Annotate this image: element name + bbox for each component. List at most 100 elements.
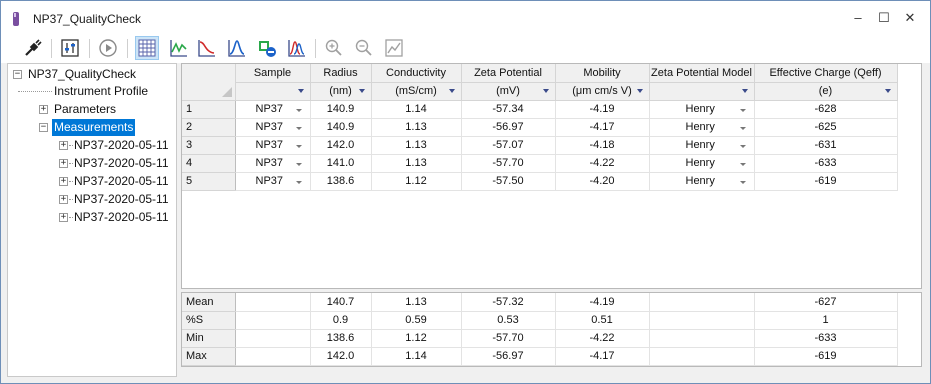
sample-cell[interactable]: NP37 [235,154,311,173]
unit-select-charge[interactable]: (e) [754,82,898,101]
zeta-cell[interactable]: -56.97 [461,118,556,137]
stat-row[interactable]: Max 142.0 1.14 -56.97 -4.17 -619 [182,347,898,366]
zoom-in-icon[interactable] [322,36,346,60]
column-header-zeta-potential[interactable]: Zeta Potential [461,64,556,83]
model-cell[interactable]: Henry [649,100,755,119]
model-cell[interactable]: Henry [649,136,755,155]
expand-icon[interactable]: + [39,105,48,114]
charge-cell[interactable]: -628 [754,100,898,119]
conductivity-cell[interactable]: 1.13 [371,154,462,173]
conductivity-cell[interactable]: 1.14 [371,100,462,119]
mobility-cell[interactable]: -4.22 [555,154,650,173]
charge-cell[interactable]: -633 [754,154,898,173]
decay-chart-icon[interactable] [195,36,219,60]
radius-cell[interactable]: 141.0 [310,154,372,173]
minimize-button[interactable]: ‒ [845,6,871,30]
close-button[interactable]: ✕ [897,6,923,30]
maximize-button[interactable]: ☐ [871,6,897,30]
unit-select-radius[interactable]: (nm) [310,82,372,101]
collapse-icon[interactable]: − [39,123,48,132]
tree-item-measurements[interactable]: − Measurements [8,119,176,136]
tree-item-parameters[interactable]: + Parameters [8,101,176,118]
stat-model-cell [649,311,755,330]
column-header-mobility[interactable]: Mobility [555,64,650,83]
charge-cell[interactable]: -625 [754,118,898,137]
mobility-cell[interactable]: -4.18 [555,136,650,155]
unit-select-zeta[interactable]: (mV) [461,82,556,101]
column-header-sample[interactable]: Sample [235,64,311,83]
tree-item-measurement[interactable]: + NP37-2020-05-11 [8,137,176,154]
radius-cell[interactable]: 140.9 [310,100,372,119]
settings-sliders-icon[interactable] [58,36,82,60]
zeta-cell[interactable]: -57.70 [461,154,556,173]
tree-item-measurement[interactable]: + NP37-2020-05-11 [8,173,176,190]
sample-cell[interactable]: NP37 [235,136,311,155]
table-row[interactable]: 2 NP37 140.9 1.13 -56.97 -4.17 Henry -62… [182,118,898,137]
charge-cell[interactable]: -631 [754,136,898,155]
tree-item-measurement[interactable]: + NP37-2020-05-11 [8,191,176,208]
model-cell[interactable]: Henry [649,118,755,137]
model-cell[interactable]: Henry [649,154,755,173]
connect-icon[interactable] [21,36,45,60]
overlay-chart-icon[interactable] [285,36,309,60]
sample-cell[interactable]: NP37 [235,100,311,119]
charge-cell[interactable]: -619 [754,172,898,191]
zeta-cell[interactable]: -57.34 [461,100,556,119]
stat-radius-cell: 142.0 [310,347,372,366]
tree-root[interactable]: − NP37_QualityCheck [8,66,176,83]
expand-icon[interactable]: + [59,141,68,150]
zoom-out-icon[interactable] [352,36,376,60]
tree-item-measurement[interactable]: + NP37-2020-05-11 [8,209,176,226]
zeta-cell[interactable]: -57.50 [461,172,556,191]
unit-select-mobility[interactable]: (μm cm/s V) [555,82,650,101]
tree-item-instrument-profile[interactable]: Instrument Profile [8,83,176,100]
unit-select-conductivity[interactable]: (mS/cm) [371,82,462,101]
play-icon[interactable] [96,36,120,60]
table-row[interactable]: 5 NP37 138.6 1.12 -57.50 -4.20 Henry -61… [182,172,898,191]
unit-select-sample[interactable] [235,82,311,101]
mobility-cell[interactable]: -4.17 [555,118,650,137]
model-cell[interactable]: Henry [649,172,755,191]
mobility-cell[interactable]: -4.19 [555,100,650,119]
expand-icon[interactable]: + [59,195,68,204]
expand-icon[interactable]: + [59,177,68,186]
radius-cell[interactable]: 142.0 [310,136,372,155]
row-number[interactable]: 1 [182,100,236,119]
column-header-zeta-model[interactable]: Zeta Potential Model [649,64,755,83]
expand-icon[interactable]: + [59,159,68,168]
conductivity-cell[interactable]: 1.13 [371,136,462,155]
table-row[interactable]: 1 NP37 140.9 1.14 -57.34 -4.19 Henry -62… [182,100,898,119]
unit-label: (mV) [496,85,520,97]
stat-zeta-cell: 0.53 [461,311,556,330]
row-number[interactable]: 2 [182,118,236,137]
column-header-conductivity[interactable]: Conductivity [371,64,462,83]
grid-view-icon[interactable] [135,36,159,60]
tree-item-measurement[interactable]: + NP37-2020-05-11 [8,155,176,172]
peak-chart-icon[interactable] [225,36,249,60]
collapse-icon[interactable]: − [13,70,22,79]
trend-chart-icon[interactable] [167,36,191,60]
stat-row[interactable]: %S 0.9 0.59 0.53 0.51 1 [182,311,898,330]
unit-select-model[interactable] [649,82,755,101]
stat-row[interactable]: Min 138.6 1.12 -57.70 -4.22 -633 [182,329,898,348]
fit-chart-icon[interactable] [382,36,406,60]
column-header-radius[interactable]: Radius [310,64,372,83]
row-number[interactable]: 3 [182,136,236,155]
table-row[interactable]: 4 NP37 141.0 1.13 -57.70 -4.22 Henry -63… [182,154,898,173]
conductivity-cell[interactable]: 1.13 [371,118,462,137]
conductivity-cell[interactable]: 1.12 [371,172,462,191]
row-number[interactable]: 5 [182,172,236,191]
expand-icon[interactable]: + [59,213,68,222]
radius-cell[interactable]: 140.9 [310,118,372,137]
zeta-cell[interactable]: -57.07 [461,136,556,155]
grid-corner[interactable] [182,64,236,101]
row-number[interactable]: 4 [182,154,236,173]
stat-row[interactable]: Mean 140.7 1.13 -57.32 -4.19 -627 [182,293,898,312]
sample-cell[interactable]: NP37 [235,172,311,191]
table-row[interactable]: 3 NP37 142.0 1.13 -57.07 -4.18 Henry -63… [182,136,898,155]
radius-cell[interactable]: 138.6 [310,172,372,191]
sample-cell[interactable]: NP37 [235,118,311,137]
mobility-cell[interactable]: -4.20 [555,172,650,191]
remove-data-icon[interactable] [255,36,279,60]
column-header-effective-charge[interactable]: Effective Charge (Qeff) [754,64,898,83]
